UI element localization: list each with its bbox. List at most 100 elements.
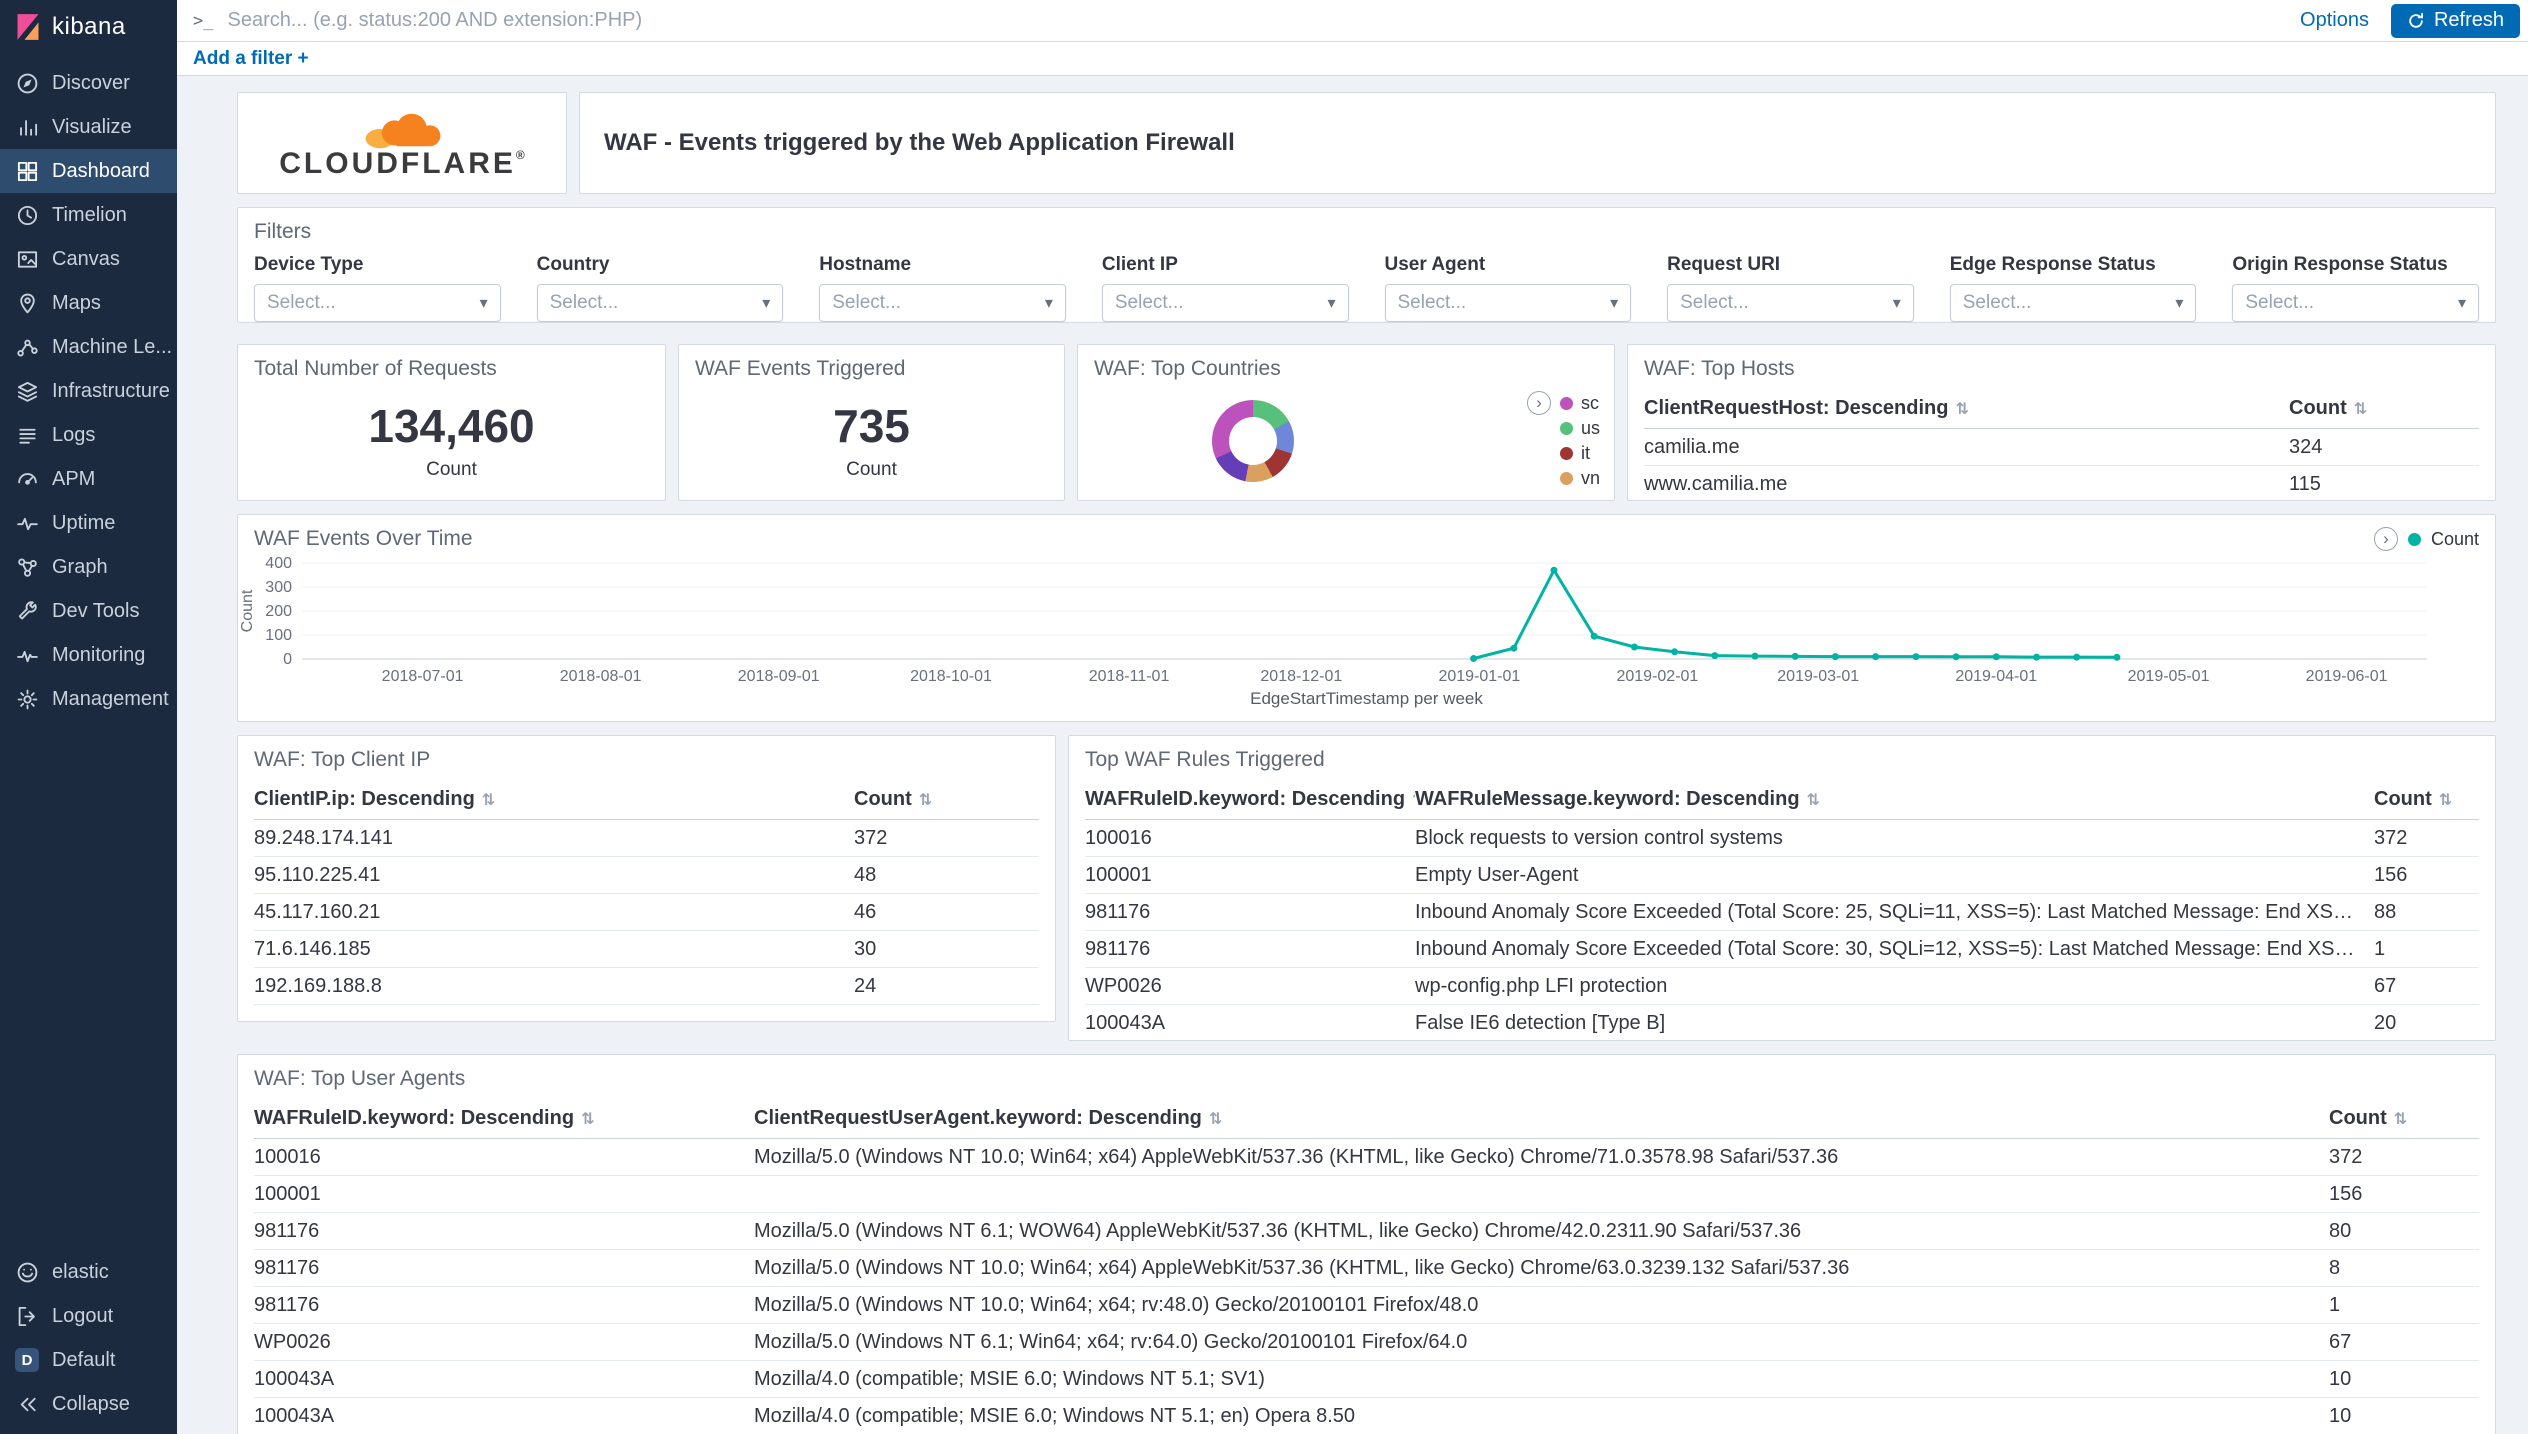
table-cell: 10 bbox=[2329, 1398, 2479, 1434]
column-header[interactable]: ClientRequestUserAgent.keyword: Descendi… bbox=[754, 1099, 2329, 1139]
sidebar-item-label: Visualize bbox=[52, 116, 132, 139]
sort-icon[interactable]: ⇅ bbox=[919, 792, 932, 809]
filter-field-user-agent: User AgentSelect...▾ bbox=[1385, 254, 1632, 322]
add-filter-button[interactable]: Add a filter + bbox=[193, 48, 309, 70]
table-cell: 372 bbox=[2374, 820, 2479, 857]
top-client-ip-panel: WAF: Top Client IP ClientIP.ip: Descendi… bbox=[237, 735, 1056, 1022]
count-series-label[interactable]: Count bbox=[2431, 529, 2479, 550]
legend-label: it bbox=[1581, 443, 1590, 464]
filter-label: Origin Response Status bbox=[2232, 254, 2479, 276]
sidebar-item-apm[interactable]: APM bbox=[0, 457, 177, 501]
top-user-agents-table: WAFRuleID.keyword: Descending⇅ClientRequ… bbox=[238, 1099, 2495, 1434]
sidebar-item-infrastructure[interactable]: Infrastructure bbox=[0, 369, 177, 413]
table-cell: camilia.me bbox=[1644, 429, 2289, 466]
sort-icon[interactable]: ⇅ bbox=[2394, 1111, 2407, 1128]
country-select[interactable]: Select...▾ bbox=[537, 284, 784, 322]
column-header[interactable]: Count⇅ bbox=[2329, 1099, 2479, 1139]
legend-item-us[interactable]: us bbox=[1560, 416, 1600, 441]
sort-icon[interactable]: ⇅ bbox=[2439, 792, 2452, 809]
table-row: 981176Mozilla/5.0 (Windows NT 10.0; Win6… bbox=[254, 1287, 2479, 1324]
sidebar-item-timelion[interactable]: Timelion bbox=[0, 193, 177, 237]
sort-icon[interactable]: ⇅ bbox=[482, 792, 495, 809]
cloudflare-logo-panel: CLOUDFLARE® bbox=[237, 92, 567, 194]
table-row: 981176Mozilla/5.0 (Windows NT 10.0; Win6… bbox=[254, 1250, 2479, 1287]
sidebar-item-dashboard[interactable]: Dashboard bbox=[0, 149, 177, 193]
sort-icon[interactable]: ⇅ bbox=[1209, 1111, 1222, 1128]
sidebar-nav: Discover Visualize DashboardTimelionCanvas… bbox=[0, 61, 177, 721]
sidebar-item-management[interactable]: Management bbox=[0, 677, 177, 721]
table-cell: 100001 bbox=[254, 1176, 754, 1213]
sidebar-item-uptime[interactable]: Uptime bbox=[0, 501, 177, 545]
countries-donut-chart[interactable] bbox=[1212, 400, 1294, 482]
top-client-ip-table: ClientIP.ip: Descending⇅Count⇅89.248.174… bbox=[238, 780, 1055, 1005]
search-input[interactable] bbox=[227, 9, 2286, 32]
cloudflare-logo: CLOUDFLARE® bbox=[279, 107, 525, 179]
sort-icon[interactable]: ⇅ bbox=[2354, 401, 2367, 418]
request-uri-select[interactable]: Select...▾ bbox=[1667, 284, 1914, 322]
filter-fields: Device TypeSelect...▾CountrySelect...▾Ho… bbox=[238, 252, 2495, 323]
sidebar-item-machine-le[interactable]: Machine Le... bbox=[0, 325, 177, 369]
kibana-logo[interactable]: kibana bbox=[0, 0, 177, 61]
sidebar-item-logout[interactable]: Logout bbox=[0, 1294, 177, 1338]
edge-response-status-select[interactable]: Select...▾ bbox=[1950, 284, 2197, 322]
dashboard-title: WAF - Events triggered by the Web Applic… bbox=[604, 129, 1235, 157]
table-cell: Mozilla/5.0 (Windows NT 6.1; WOW64) Appl… bbox=[754, 1213, 2329, 1250]
sidebar-item-discover[interactable]: Discover bbox=[0, 61, 177, 105]
sort-icon[interactable]: ⇅ bbox=[1955, 401, 1968, 418]
sidebar-item-visualize[interactable]: Visualize bbox=[0, 105, 177, 149]
events-over-time-chart[interactable]: 01002003004002018-07-012018-08-012018-09… bbox=[238, 555, 2463, 689]
dashboard-content: CLOUDFLARE® WAF - Events triggered by th… bbox=[177, 76, 2528, 1434]
chevron-down-icon: ▾ bbox=[1610, 293, 1618, 313]
legend-item-it[interactable]: it bbox=[1560, 441, 1600, 466]
sidebar-item-label: APM bbox=[52, 468, 95, 491]
column-header[interactable]: ClientRequestHost: Descending⇅ bbox=[1644, 389, 2289, 429]
column-header[interactable]: Count⇅ bbox=[2374, 780, 2479, 820]
table-cell: 89.248.174.141 bbox=[254, 820, 854, 857]
column-header[interactable]: WAFRuleID.keyword: Descending⇅ bbox=[1085, 780, 1415, 820]
legend-item-sc[interactable]: sc bbox=[1560, 391, 1600, 416]
infrastructure-icon bbox=[14, 378, 40, 404]
column-header[interactable]: WAFRuleMessage.keyword: Descending⇅ bbox=[1415, 780, 2374, 820]
kibana-logo-text: kibana bbox=[52, 13, 126, 41]
sidebar-item-default[interactable]: DDefault bbox=[0, 1338, 177, 1382]
table-cell: 100001 bbox=[1085, 857, 1415, 894]
hostname-select[interactable]: Select...▾ bbox=[819, 284, 1066, 322]
sidebar-item-collapse[interactable]: Collapse bbox=[0, 1382, 177, 1426]
legend-toggle-icon[interactable]: › bbox=[1527, 391, 1551, 415]
column-header[interactable]: Count⇅ bbox=[854, 780, 1039, 820]
legend-label: us bbox=[1581, 418, 1600, 439]
cloudflare-logo-text: CLOUDFLARE bbox=[279, 147, 516, 180]
legend-item-vn[interactable]: vn bbox=[1560, 466, 1600, 491]
options-button[interactable]: Options bbox=[2300, 9, 2369, 32]
device-type-select[interactable]: Select...▾ bbox=[254, 284, 501, 322]
refresh-label: Refresh bbox=[2434, 9, 2504, 32]
filter-field-origin-response-status: Origin Response Status Select...▾ bbox=[2232, 254, 2479, 322]
column-header[interactable]: WAFRuleID.keyword: Descending⇅ bbox=[254, 1099, 754, 1139]
refresh-button[interactable]: Refresh bbox=[2391, 4, 2520, 38]
legend-dot bbox=[1560, 447, 1573, 460]
sort-icon[interactable]: ⇅ bbox=[581, 1111, 594, 1128]
column-header[interactable]: ClientIP.ip: Descending⇅ bbox=[254, 780, 854, 820]
column-header[interactable]: Count⇅ bbox=[2289, 389, 2479, 429]
sidebar-item-canvas[interactable]: Canvas bbox=[0, 237, 177, 281]
header-row: CLOUDFLARE® WAF - Events triggered by th… bbox=[237, 92, 2496, 194]
sidebar-item-logs[interactable]: Logs bbox=[0, 413, 177, 457]
user-agent-select[interactable]: Select...▾ bbox=[1385, 284, 1632, 322]
sidebar-item-label: Dev Tools bbox=[52, 600, 139, 623]
sort-icon[interactable]: ⇅ bbox=[1807, 792, 1820, 809]
client-ip-select[interactable]: Select...▾ bbox=[1102, 284, 1349, 322]
sidebar-item-monitoring[interactable]: Monitoring bbox=[0, 633, 177, 677]
top-waf-rules-title: Top WAF Rules Triggered bbox=[1069, 736, 2495, 780]
waf-events-title: WAF Events Triggered bbox=[679, 345, 1064, 389]
sidebar-item-dev-tools[interactable]: Dev Tools bbox=[0, 589, 177, 633]
machine-learning-icon bbox=[14, 334, 40, 360]
sidebar-item-graph[interactable]: Graph bbox=[0, 545, 177, 589]
svg-text:2019-05-01: 2019-05-01 bbox=[2128, 668, 2210, 685]
legend-toggle-icon[interactable]: › bbox=[2374, 527, 2398, 551]
origin-response-status-select[interactable]: Select...▾ bbox=[2232, 284, 2479, 322]
sidebar-item-maps[interactable]: Maps bbox=[0, 281, 177, 325]
table-row: WP0026Mozilla/5.0 (Windows NT 6.1; Win64… bbox=[254, 1324, 2479, 1361]
table-row: 100001156 bbox=[254, 1176, 2479, 1213]
sidebar-item-elastic[interactable]: elastic bbox=[0, 1250, 177, 1294]
svg-text:2018-08-01: 2018-08-01 bbox=[560, 668, 642, 685]
